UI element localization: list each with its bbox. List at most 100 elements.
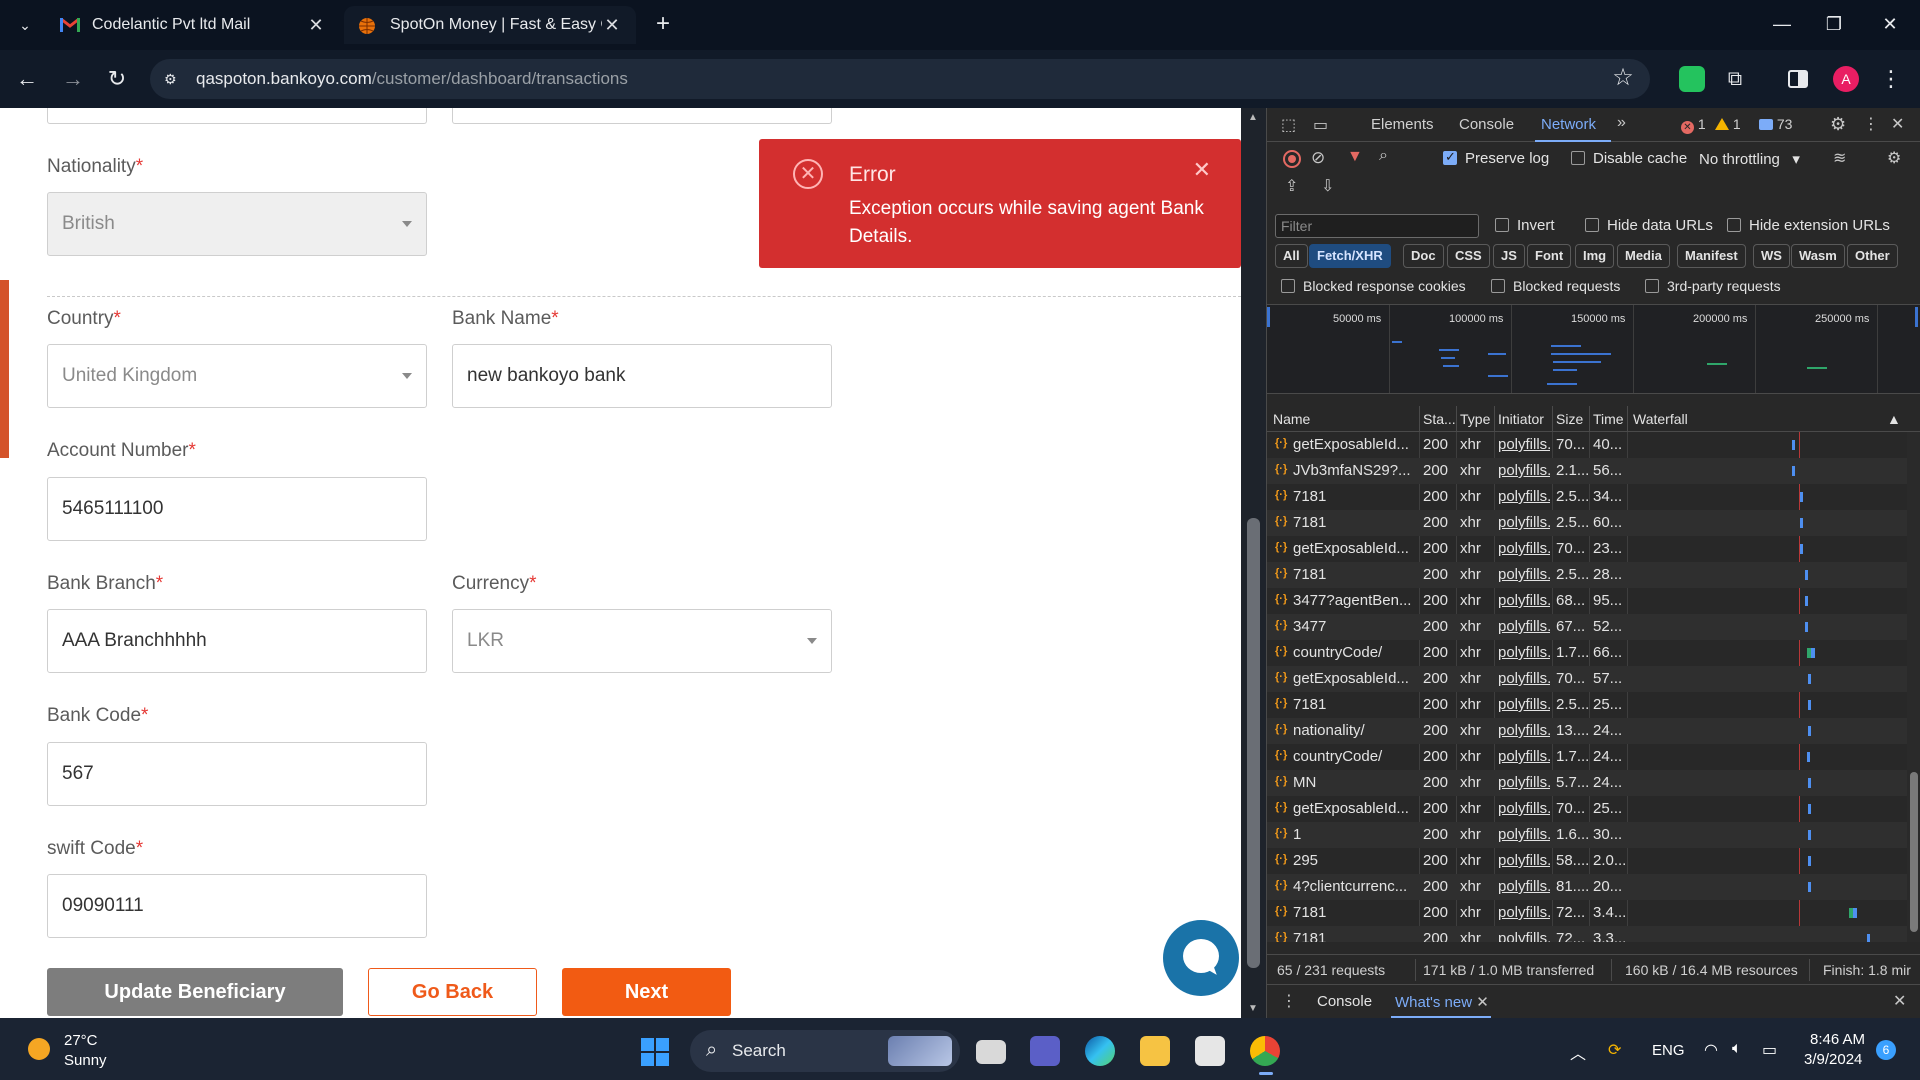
drawer-menu-icon[interactable]: ⋮	[1281, 991, 1297, 1011]
warning-count[interactable]: 1	[1715, 116, 1741, 132]
table-row[interactable]: {·} getExposableId... 200 xhr polyfills.... 7…	[1267, 536, 1907, 562]
chat-widget-icon[interactable]	[1163, 920, 1239, 996]
teams-icon[interactable]	[1030, 1036, 1060, 1066]
column-waterfall[interactable]: Waterfall	[1633, 411, 1688, 427]
tab-elements[interactable]: Elements	[1371, 116, 1434, 133]
notification-badge[interactable]: 6	[1876, 1040, 1896, 1060]
inspect-element-icon[interactable]: ⬚	[1281, 115, 1296, 135]
column-time[interactable]: Time	[1593, 411, 1624, 427]
network-overview[interactable]: 50000 ms 100000 ms 150000 ms 200000 ms 2…	[1267, 304, 1920, 394]
go-back-button[interactable]: Go Back	[368, 968, 537, 1016]
table-row[interactable]: {·} 3477 200 xhr polyfills.... 67... 52...	[1267, 614, 1907, 640]
column-size[interactable]: Size	[1556, 411, 1583, 427]
cell-initiator[interactable]: polyfills....	[1498, 540, 1550, 557]
restore-icon[interactable]: ❐	[1806, 0, 1862, 50]
cell-initiator[interactable]: polyfills....	[1498, 878, 1550, 895]
cell-initiator[interactable]: polyfills....	[1498, 488, 1550, 505]
task-view-icon[interactable]	[976, 1040, 1006, 1064]
language-indicator[interactable]: ENG	[1652, 1042, 1685, 1059]
profile-avatar[interactable]: A	[1833, 66, 1859, 92]
table-row[interactable]: {·} JVb3mfaNS29?... 200 xhr polyfills.... 2.1…	[1267, 458, 1907, 484]
type-filter-fetch-xhr[interactable]: Fetch/XHR	[1309, 244, 1391, 268]
network-settings-icon[interactable]: ⚙	[1887, 148, 1901, 168]
drawer-tab-whats-new[interactable]: What's new ✕	[1395, 993, 1489, 1011]
table-row[interactable]: {·} countryCode/200 xhr polyfills.... 1.7...…	[1267, 640, 1907, 666]
file-explorer-icon[interactable]	[1140, 1036, 1170, 1066]
chrome-icon[interactable]	[1250, 1036, 1280, 1066]
cell-initiator[interactable]: polyfills....	[1498, 774, 1550, 791]
back-arrow-icon[interactable]: ←	[12, 64, 42, 94]
type-filter-doc[interactable]: Doc	[1403, 244, 1444, 268]
close-icon[interactable]: ✕	[1193, 157, 1211, 183]
weather-temperature[interactable]: 27°C	[64, 1032, 98, 1049]
currency-select[interactable]: LKR	[452, 609, 832, 673]
search-icon[interactable]: ⌕	[1379, 147, 1388, 165]
scroll-up-icon[interactable]: ▲	[1248, 112, 1258, 123]
cell-initiator[interactable]: polyfills....	[1498, 592, 1550, 609]
side-panel-icon[interactable]	[1788, 70, 1808, 88]
clock-date[interactable]: 3/9/2024	[1804, 1051, 1862, 1068]
type-filter-font[interactable]: Font	[1527, 244, 1572, 268]
table-row[interactable]: {·} 7181 200 xhr polyfills.... 2.5... 28...	[1267, 562, 1907, 588]
table-row[interactable]: {·} 4?clientcurrenc... 200 xhr polyfills....…	[1267, 874, 1907, 900]
type-filter-manifest[interactable]: Manifest	[1677, 244, 1746, 268]
network-conditions-icon[interactable]: ≋	[1833, 148, 1846, 168]
table-row[interactable]: {·} MN 200 xhr polyfills.... 5.7... 24...	[1267, 770, 1907, 796]
clear-icon[interactable]: ⊘	[1311, 148, 1325, 168]
record-icon[interactable]	[1283, 150, 1301, 168]
bookmark-star-icon[interactable]: ☆	[1610, 65, 1636, 91]
browser-tab-spoton[interactable]: SpotOn Money | Fast & Easy Or ✕	[344, 6, 636, 44]
filter-funnel-icon[interactable]: ▼	[1347, 148, 1363, 166]
type-filter-ws[interactable]: WS	[1753, 244, 1790, 268]
microsoft-store-icon[interactable]	[1195, 1036, 1225, 1066]
browser-tab-gmail[interactable]: Codelantic Pvt ltd Mail ✕	[46, 6, 340, 44]
cell-initiator[interactable]: polyfills....	[1498, 748, 1550, 765]
drawer-tab-console[interactable]: Console	[1317, 993, 1372, 1010]
close-devtools-icon[interactable]: ✕	[1891, 114, 1904, 134]
extensions-puzzle-icon[interactable]: ⧉	[1722, 66, 1748, 92]
table-row[interactable]: {·} 1 200 xhr polyfills.... 1.6... 30...	[1267, 822, 1907, 848]
type-filter-media[interactable]: Media	[1617, 244, 1670, 268]
battery-icon[interactable]: ▭	[1762, 1040, 1777, 1060]
close-drawer-icon[interactable]: ✕	[1893, 991, 1906, 1011]
tab-network[interactable]: Network	[1541, 116, 1596, 133]
tab-console[interactable]: Console	[1459, 116, 1514, 133]
cell-initiator[interactable]: polyfills....	[1498, 618, 1550, 635]
message-count[interactable]: 73	[1759, 116, 1792, 132]
cell-initiator[interactable]: polyfills....	[1498, 800, 1550, 817]
blocked-response-cookies-checkbox[interactable]: Blocked response cookies	[1281, 278, 1466, 294]
forward-arrow-icon[interactable]: →	[58, 64, 88, 94]
cell-initiator[interactable]: polyfills....	[1498, 904, 1550, 921]
throttling-select[interactable]: No throttling ▾	[1699, 150, 1800, 168]
minimize-icon[interactable]: —	[1754, 0, 1810, 50]
table-row[interactable]: {·} getExposableId... 200 xhr polyfills.... 7…	[1267, 796, 1907, 822]
close-tab-icon[interactable]: ✕	[306, 15, 326, 36]
column-type[interactable]: Type	[1460, 411, 1490, 427]
account-number-input[interactable]: 5465111100	[47, 477, 427, 541]
table-row[interactable]: {·} nationality/200 xhr polyfills.... 13....…	[1267, 718, 1907, 744]
type-filter-all[interactable]: All	[1275, 244, 1308, 268]
chrome-menu-icon[interactable]: ⋮	[1878, 66, 1904, 92]
nationality-select[interactable]: British	[47, 192, 427, 256]
cell-initiator[interactable]: polyfills....	[1498, 462, 1550, 479]
table-row[interactable]: {·} getExposableId... 200 xhr polyfills.... 7…	[1267, 666, 1907, 692]
site-settings-icon[interactable]: ⚙	[164, 69, 184, 89]
type-filter-wasm[interactable]: Wasm	[1791, 244, 1845, 268]
type-filter-css[interactable]: CSS	[1447, 244, 1490, 268]
bank-name-input[interactable]: new bankoyo bank	[452, 344, 832, 408]
settings-gear-icon[interactable]: ⚙	[1830, 114, 1846, 135]
requests-scrollbar[interactable]	[1907, 432, 1920, 942]
table-row[interactable]: {·} 3477?agentBen... 200 xhr polyfills.... 68…	[1267, 588, 1907, 614]
edge-icon[interactable]	[1085, 1036, 1115, 1066]
bank-code-input[interactable]: 567	[47, 742, 427, 806]
scrollbar-thumb[interactable]	[1247, 518, 1260, 968]
update-beneficiary-button[interactable]: Update Beneficiary	[47, 968, 343, 1016]
table-row[interactable]: {·} 295 200 xhr polyfills.... 58.... 2.0...	[1267, 848, 1907, 874]
sort-up-icon[interactable]: ▲	[1887, 411, 1901, 427]
tab-search-chevron-icon[interactable]: ⌄	[14, 14, 36, 36]
column-initiator[interactable]: Initiator	[1498, 411, 1544, 427]
address-bar[interactable]: ⚙ qaspoton.bankoyo.com/customer/dashboar…	[150, 59, 1650, 99]
cell-initiator[interactable]: polyfills....	[1498, 566, 1550, 583]
page-scrollbar[interactable]: ▲ ▼	[1241, 108, 1266, 1018]
bank-branch-input[interactable]: AAA Branchhhhh	[47, 609, 427, 673]
